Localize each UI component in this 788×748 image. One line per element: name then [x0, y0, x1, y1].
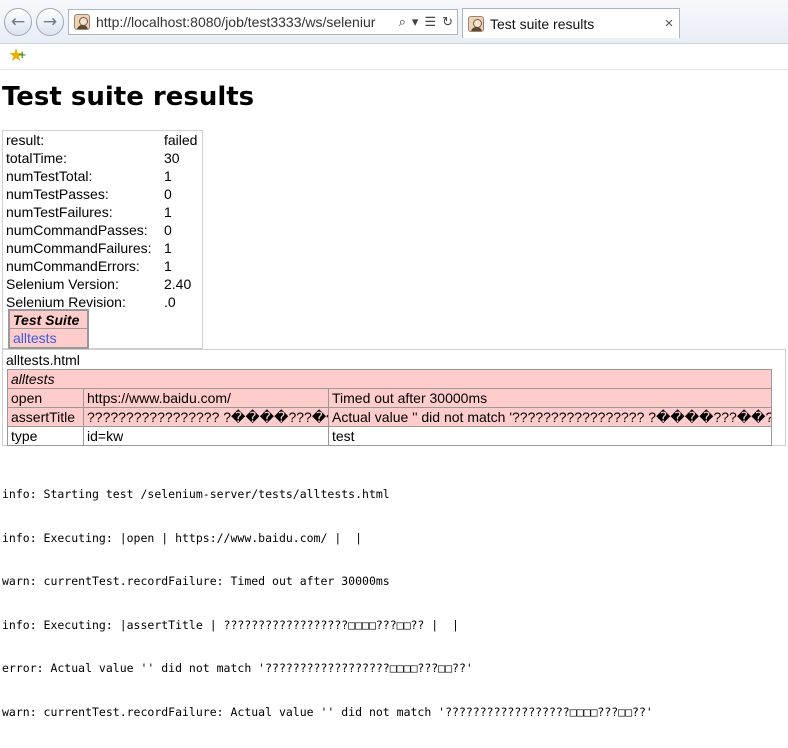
tab-test-suite-results[interactable]: Test suite results ×	[462, 8, 680, 38]
summary-key: numCommandPasses:	[6, 222, 148, 238]
refresh-icon[interactable]: ↻	[442, 14, 453, 30]
command-table-title-row: alltests	[7, 369, 772, 389]
target-cell: https://www.baidu.com/	[83, 388, 329, 408]
summary-value: 2.40	[164, 276, 192, 292]
test-file-name: alltests.html	[6, 352, 80, 368]
navigation-bar: ← → http://localhost:8080/job/test3333/w…	[0, 0, 788, 44]
summary-table: result: failed totalTime: 30 numTestTota…	[2, 130, 203, 349]
log-line: warn: currentTest.recordFailure: Timed o…	[2, 574, 390, 588]
command-table-title: alltests	[7, 369, 772, 389]
summary-value: 1	[164, 258, 172, 274]
address-bar[interactable]: http://localhost:8080/job/test3333/ws/se…	[68, 9, 458, 35]
tab-favicon-icon	[468, 15, 484, 32]
summary-key: result:	[6, 132, 45, 148]
table-row: type id=kw test	[7, 426, 772, 446]
table-row: open https://www.baidu.com/ Timed out af…	[7, 388, 772, 408]
test-suite-table: Test Suite alltests	[8, 309, 89, 349]
log-line: info: Starting test /selenium-server/tes…	[2, 487, 390, 501]
test-detail-panel: alltests.html alltests open https://www.…	[2, 349, 786, 446]
target-cell: ????????????????? ?����???��??	[83, 407, 329, 427]
test-suite-header: Test Suite	[9, 310, 88, 329]
summary-key: numCommandErrors:	[6, 258, 140, 274]
forward-arrow-icon: →	[42, 11, 58, 32]
summary-value: 1	[164, 168, 172, 184]
browser-chrome: ← → http://localhost:8080/job/test3333/w…	[0, 0, 788, 70]
page-content: Test suite results result: failed totalT…	[0, 70, 788, 719]
value-cell: Timed out after 30000ms	[328, 388, 772, 408]
summary-key: numTestPasses:	[6, 186, 109, 202]
tab-title: Test suite results	[490, 15, 595, 32]
summary-value: 30	[164, 150, 180, 166]
test-suite-link[interactable]: alltests	[9, 329, 88, 348]
target-cell: id=kw	[83, 426, 329, 446]
summary-key: Selenium Version:	[6, 276, 119, 292]
summary-value: 0	[164, 222, 172, 238]
summary-key: numCommandFailures:	[6, 240, 152, 256]
log-line: warn: currentTest.recordFailure: Actual …	[2, 704, 653, 719]
forward-button[interactable]: →	[36, 8, 64, 36]
command-cell: type	[7, 426, 84, 446]
back-arrow-icon: ←	[10, 11, 26, 32]
value-cell: Actual value '' did not match '?????????…	[328, 407, 772, 427]
summary-value: 1	[164, 240, 172, 256]
execution-log: info: Starting test /selenium-server/tes…	[2, 458, 788, 748]
search-icon[interactable]: ⌕	[399, 14, 406, 30]
command-cell: open	[7, 388, 84, 408]
summary-key: numTestFailures:	[6, 204, 113, 220]
add-favorites-icon[interactable]: ★	[8, 47, 27, 65]
summary-key: totalTime:	[6, 150, 67, 166]
command-cell: assertTitle	[7, 407, 84, 427]
command-table: alltests open https://www.baidu.com/ Tim…	[7, 369, 772, 446]
log-line: info: Executing: |open | https://www.bai…	[2, 530, 363, 545]
value-cell: test	[328, 426, 772, 446]
log-line: info: Executing: |assertTitle | ????????…	[2, 617, 459, 632]
summary-key: numTestTotal:	[6, 168, 93, 184]
log-line: error: Actual value '' did not match '??…	[2, 661, 473, 675]
summary-value: 0	[164, 186, 172, 202]
site-favicon-icon	[74, 14, 90, 30]
back-button[interactable]: ←	[4, 8, 32, 36]
summary-value: failed	[164, 132, 198, 148]
summary-value: 1	[164, 204, 172, 220]
address-url[interactable]: http://localhost:8080/job/test3333/ws/se…	[96, 14, 395, 30]
table-row: assertTitle ????????????????? ?����???��…	[7, 407, 772, 427]
close-tab-icon[interactable]: ×	[659, 15, 679, 32]
address-actions: ⌕ ▾ ☰ ↻	[395, 14, 457, 30]
dropdown-icon[interactable]: ▾	[412, 14, 419, 30]
summary-value: .0	[164, 294, 176, 310]
compat-view-icon[interactable]: ☰	[424, 14, 436, 30]
favorites-bar: ★	[0, 44, 788, 70]
page-title: Test suite results	[2, 82, 255, 112]
